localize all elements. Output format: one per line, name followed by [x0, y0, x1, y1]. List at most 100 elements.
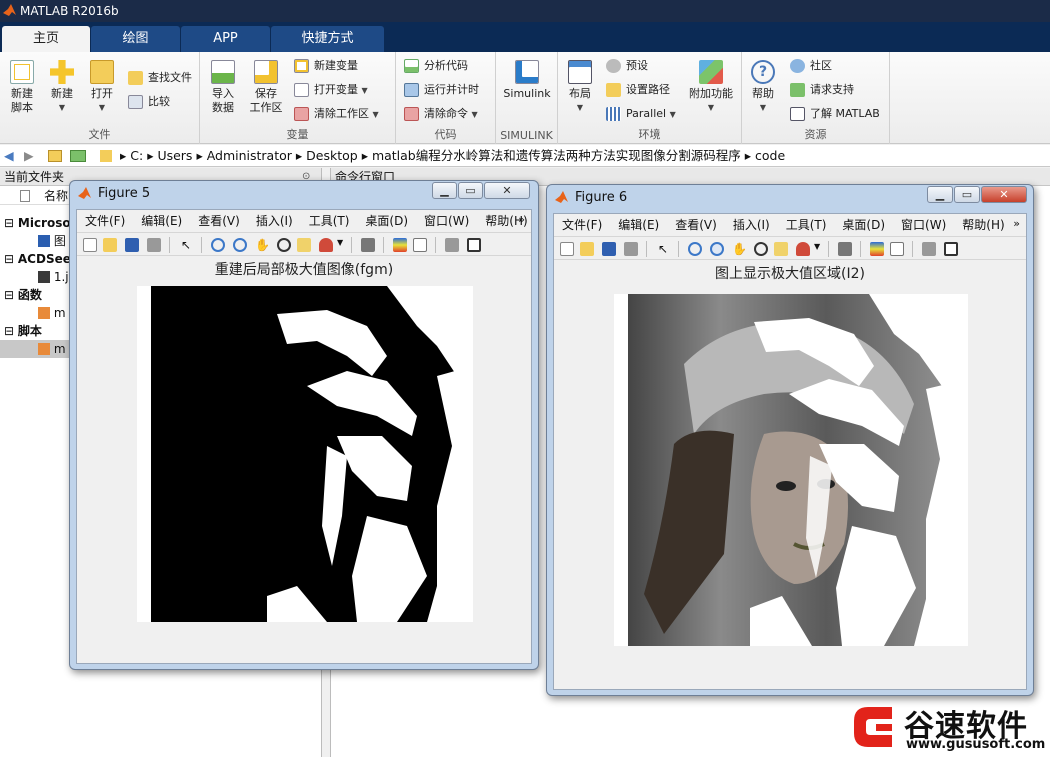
fgm-image[interactable]: [137, 286, 473, 622]
chevron-down-icon[interactable]: ▼: [814, 242, 820, 251]
brush-icon[interactable]: [796, 242, 810, 256]
open-file-icon[interactable]: [580, 242, 594, 256]
new-button[interactable]: 新建 ▼: [44, 60, 80, 115]
menu-window[interactable]: 窗口(W): [416, 210, 477, 232]
forward-arrow-icon[interactable]: ▶: [24, 145, 34, 167]
import-data-button[interactable]: 导入 数据: [204, 60, 242, 115]
tab-apps[interactable]: APP: [181, 26, 270, 52]
add-ons-button[interactable]: 附加功能 ▼: [686, 60, 736, 115]
browse-folder-icon[interactable]: [70, 150, 86, 162]
find-files-button[interactable]: 查找文件: [128, 68, 192, 88]
rotate-3d-icon[interactable]: [277, 238, 291, 252]
clear-commands-button[interactable]: 清除命令 ▼: [404, 104, 478, 124]
new-figure-icon[interactable]: [83, 238, 97, 252]
menu-help[interactable]: 帮助(H): [954, 214, 1012, 236]
set-path-button[interactable]: 设置路径: [606, 80, 670, 100]
collapse-icon[interactable]: ⊟: [0, 288, 14, 302]
column-header-name[interactable]: 名称: [44, 187, 68, 205]
back-arrow-icon[interactable]: ◀: [4, 145, 14, 167]
crumb-project-folder[interactable]: matlab编程分水岭算法和遗传算法两种方法实现图像分割源码程序: [372, 148, 741, 163]
crumb-drive[interactable]: C:: [130, 148, 143, 163]
legend-icon[interactable]: [890, 242, 904, 256]
layout-button[interactable]: 布局 ▼: [564, 60, 596, 115]
figure-5-window[interactable]: Figure 5 ▁ ▭ ✕ 文件(F) 编辑(E) 查看(V) 插入(I) 工具(T)…: [69, 180, 539, 670]
link-plot-icon[interactable]: [838, 242, 852, 256]
data-cursor-icon[interactable]: [774, 242, 788, 256]
community-button[interactable]: 社区: [790, 56, 832, 76]
collapse-icon[interactable]: ⊟: [0, 324, 14, 338]
crumb-code[interactable]: code: [755, 148, 785, 163]
clear-workspace-button[interactable]: 清除工作区 ▼: [294, 104, 379, 124]
menu-overflow-icon[interactable]: »: [1013, 217, 1020, 230]
menu-view[interactable]: 查看(V): [667, 214, 725, 236]
zoom-in-icon[interactable]: [688, 242, 702, 256]
learn-matlab-button[interactable]: 了解 MATLAB: [790, 104, 880, 124]
menu-overflow-icon[interactable]: »: [518, 213, 525, 226]
collapse-icon[interactable]: ⊟: [0, 252, 14, 266]
zoom-in-icon[interactable]: [211, 238, 225, 252]
chevron-down-icon[interactable]: ▼: [337, 238, 343, 247]
tab-shortcuts[interactable]: 快捷方式: [271, 26, 384, 52]
menu-edit[interactable]: 编辑(E): [133, 210, 190, 232]
show-plot-tools-icon[interactable]: [467, 238, 481, 252]
menu-desktop[interactable]: 桌面(D): [357, 210, 416, 232]
lena-overlay-image[interactable]: [614, 294, 968, 646]
maximize-button[interactable]: ▭: [458, 182, 483, 199]
close-button[interactable]: ✕: [981, 186, 1027, 203]
crumb-administrator[interactable]: Administrator: [207, 148, 292, 163]
menu-view[interactable]: 查看(V): [190, 210, 248, 232]
open-button[interactable]: 打开 ▼: [84, 60, 120, 115]
menu-tools[interactable]: 工具(T): [301, 210, 358, 232]
crumb-desktop[interactable]: Desktop: [306, 148, 358, 163]
rotate-3d-icon[interactable]: [754, 242, 768, 256]
collapse-icon[interactable]: ⊟: [0, 216, 14, 230]
colorbar-icon[interactable]: [393, 238, 407, 252]
colorbar-icon[interactable]: [870, 242, 884, 256]
link-plot-icon[interactable]: [361, 238, 375, 252]
tab-plots[interactable]: 绘图: [91, 26, 180, 52]
zoom-out-icon[interactable]: [710, 242, 724, 256]
simulink-button[interactable]: Simulink: [500, 60, 554, 101]
close-button[interactable]: ✕: [484, 182, 530, 199]
pan-hand-icon[interactable]: ✋: [255, 238, 270, 252]
request-support-button[interactable]: 请求支持: [790, 80, 854, 100]
open-file-icon[interactable]: [103, 238, 117, 252]
minimize-button[interactable]: ▁: [432, 182, 457, 199]
up-folder-icon[interactable]: [48, 150, 62, 162]
figure-6-window[interactable]: Figure 6 ▁ ▭ ✕ 文件(F) 编辑(E) 查看(V) 插入(I) 工具(T)…: [546, 184, 1034, 696]
crumb-users[interactable]: Users: [157, 148, 192, 163]
brush-icon[interactable]: [319, 238, 333, 252]
legend-icon[interactable]: [413, 238, 427, 252]
open-variable-button[interactable]: 打开变量 ▼: [294, 80, 368, 100]
save-icon[interactable]: [602, 242, 616, 256]
menu-insert[interactable]: 插入(I): [725, 214, 778, 236]
hide-plot-tools-icon[interactable]: [445, 238, 459, 252]
compare-button[interactable]: 比较: [128, 92, 170, 112]
new-script-button[interactable]: 新建 脚本: [4, 60, 40, 115]
minimize-button[interactable]: ▁: [927, 186, 953, 203]
figure-5-titlebar[interactable]: Figure 5: [78, 181, 150, 207]
menu-edit[interactable]: 编辑(E): [610, 214, 667, 236]
analyze-code-button[interactable]: 分析代码: [404, 56, 468, 76]
menu-tools[interactable]: 工具(T): [778, 214, 835, 236]
hide-plot-tools-icon[interactable]: [922, 242, 936, 256]
menu-insert[interactable]: 插入(I): [248, 210, 301, 232]
save-workspace-button[interactable]: 保存 工作区: [246, 60, 286, 115]
maximize-button[interactable]: ▭: [954, 186, 980, 203]
new-figure-icon[interactable]: [560, 242, 574, 256]
show-plot-tools-icon[interactable]: [944, 242, 958, 256]
parallel-button[interactable]: Parallel ▼: [606, 104, 676, 124]
tab-home[interactable]: 主页: [2, 26, 90, 52]
pointer-icon[interactable]: ↖: [179, 238, 193, 252]
help-button[interactable]: ? 帮助 ▼: [748, 60, 778, 115]
pointer-icon[interactable]: ↖: [656, 242, 670, 256]
menu-file[interactable]: 文件(F): [554, 214, 610, 236]
figure-6-titlebar[interactable]: Figure 6: [555, 185, 627, 211]
pan-hand-icon[interactable]: ✋: [732, 242, 747, 256]
zoom-out-icon[interactable]: [233, 238, 247, 252]
new-variable-button[interactable]: 新建变量: [294, 56, 358, 76]
menu-file[interactable]: 文件(F): [77, 210, 133, 232]
menu-desktop[interactable]: 桌面(D): [834, 214, 893, 236]
print-icon[interactable]: [624, 242, 638, 256]
menu-window[interactable]: 窗口(W): [893, 214, 954, 236]
